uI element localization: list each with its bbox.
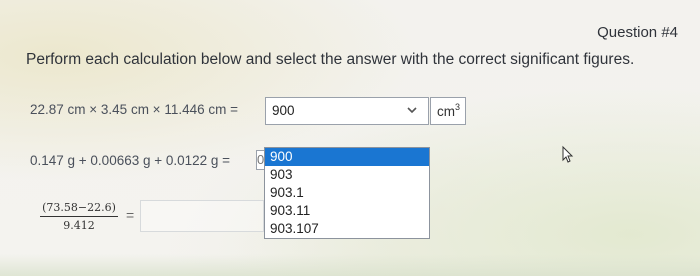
fraction-denominator: 9.412 bbox=[63, 219, 95, 232]
answer-select-1-value: 900 bbox=[272, 103, 295, 118]
dropdown-option[interactable]: 903 bbox=[265, 166, 429, 184]
unit-select-1[interactable]: cm3 bbox=[430, 97, 466, 125]
calculation-2-expression: 0.147 g + 0.00663 g + 0.0122 g = bbox=[30, 153, 231, 168]
dropdown-option[interactable]: 903.1 bbox=[265, 184, 429, 202]
dropdown-option[interactable]: 903.107 bbox=[265, 220, 429, 238]
calculation-3-equals: = bbox=[126, 207, 135, 223]
question-instructions: Perform each calculation below and selec… bbox=[26, 51, 635, 68]
answer-select-1[interactable]: 900 bbox=[265, 97, 429, 125]
dropdown-option[interactable]: 903.11 bbox=[265, 202, 429, 220]
dropdown-option[interactable]: 900 bbox=[265, 148, 429, 166]
calculation-1-expression: 22.87 cm × 3.45 cm × 11.446 cm = bbox=[30, 102, 238, 117]
question-number: Question #4 bbox=[597, 24, 678, 41]
cursor-icon bbox=[562, 145, 574, 163]
answer-dropdown-list: 900 903 903.1 903.11 903.107 bbox=[264, 147, 430, 239]
page-background-edge bbox=[0, 254, 700, 276]
fraction-numerator: (73.58−22.6) bbox=[40, 201, 118, 217]
unit-label: cm bbox=[437, 104, 455, 119]
calculation-3-fraction: (73.58−22.6) 9.412 bbox=[40, 201, 118, 232]
answer-select-3[interactable] bbox=[140, 200, 264, 232]
unit-exponent: 3 bbox=[455, 102, 461, 112]
chevron-down-icon bbox=[407, 107, 417, 114]
